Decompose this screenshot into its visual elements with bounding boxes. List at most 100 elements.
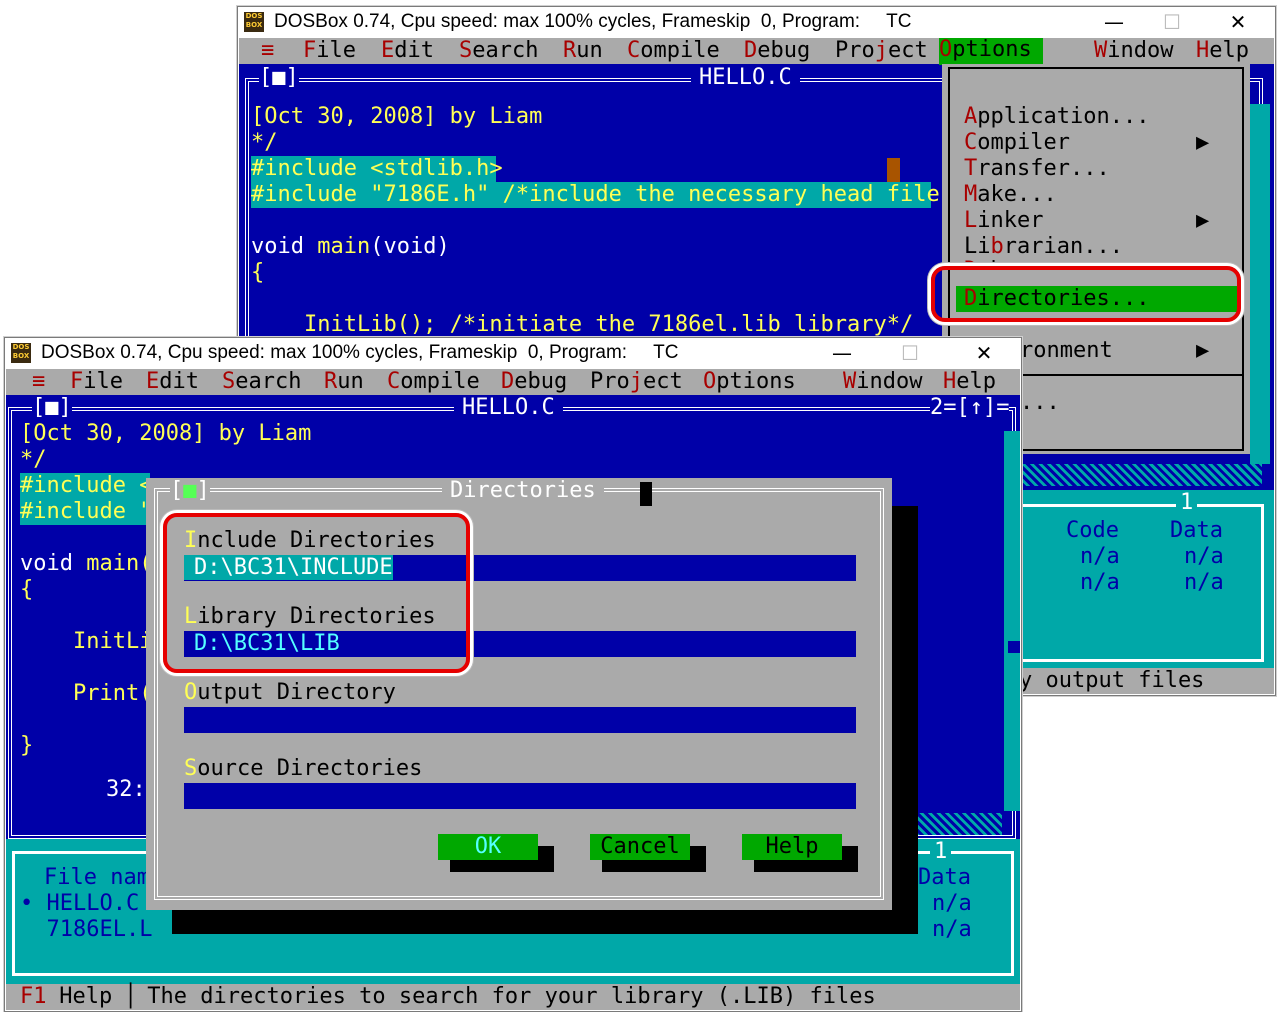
- output-label: Output Directory: [184, 680, 396, 705]
- back-code-line: InitLib(); /*initiate the 7186el.lib lib…: [251, 312, 914, 337]
- status-key-label: Help: [46, 984, 126, 1009]
- menu-window[interactable]: Window: [843, 369, 922, 395]
- system-menu[interactable]: ≡: [261, 38, 274, 64]
- menu-project[interactable]: Project: [835, 38, 928, 64]
- cancel-button[interactable]: Cancel: [590, 834, 690, 860]
- callout-include-library: [163, 513, 470, 673]
- front-vertical-scrollbar[interactable]: [1004, 431, 1020, 811]
- front-code-line: }: [20, 733, 34, 758]
- menu-debug[interactable]: Debug: [501, 369, 567, 395]
- menu-run[interactable]: Run: [324, 369, 364, 395]
- menu-edit[interactable]: Edit: [381, 38, 434, 64]
- front-code-line: #include <: [20, 473, 153, 499]
- front-panel-number: 1: [930, 839, 952, 865]
- menu-debug[interactable]: Debug: [744, 38, 810, 64]
- back-code-line: {: [251, 260, 265, 285]
- menu-item-make[interactable]: Make...: [964, 182, 1057, 208]
- data-cell: n/a: [932, 917, 972, 942]
- front-code-line: InitLi: [20, 629, 153, 654]
- ok-button[interactable]: OK: [438, 834, 538, 860]
- menu-edit[interactable]: Edit: [146, 369, 199, 395]
- minimize-button[interactable]: —: [819, 338, 865, 368]
- file-item[interactable]: 7186EL.L: [20, 917, 152, 943]
- front-code-line: */: [20, 447, 47, 472]
- dialog-title-block: [640, 482, 652, 506]
- back-status-text: y output files: [1019, 668, 1205, 693]
- file-item[interactable]: • HELLO.C: [20, 891, 139, 917]
- back-editor-title: HELLO.C: [691, 65, 800, 91]
- menu-compile[interactable]: Compile: [387, 369, 480, 395]
- menu-help[interactable]: Help: [1196, 38, 1249, 64]
- menu-item-application[interactable]: Application...: [964, 104, 1149, 130]
- col-file-name: File nam: [44, 865, 150, 890]
- menu-options[interactable]: Options: [703, 369, 796, 395]
- source-label: Source Directories: [184, 756, 423, 781]
- front-code-line: #include ": [20, 499, 153, 525]
- back-cell: n/a: [1080, 570, 1120, 595]
- dialog-title: Directories: [442, 478, 604, 504]
- callout-directories: [931, 266, 1241, 322]
- menu-project[interactable]: Project: [590, 369, 683, 395]
- front-editor-title: HELLO.C: [454, 395, 563, 421]
- front-code-line: Print(: [20, 681, 153, 706]
- dosbox-icon: DOS BOX: [11, 343, 31, 363]
- source-directories-input[interactable]: [184, 783, 856, 809]
- close-button[interactable]: ✕: [961, 338, 1007, 368]
- menu-file[interactable]: File: [303, 38, 356, 64]
- front-code-line: {: [20, 577, 34, 602]
- back-cell: n/a: [1184, 570, 1224, 595]
- back-title-bar: DOS BOX DOSBox 0.74, Cpu speed: max 100% …: [238, 7, 1275, 37]
- back-code-line: void main(void): [251, 234, 450, 259]
- help-button[interactable]: Help: [742, 834, 842, 860]
- back-cell: n/a: [1080, 544, 1120, 569]
- menu-file[interactable]: File: [70, 369, 123, 395]
- menu-item-compiler[interactable]: Compiler: [964, 130, 1070, 156]
- menu-options[interactable]: Options: [939, 38, 1043, 65]
- minimize-button[interactable]: —: [1091, 7, 1137, 37]
- back-code-line: #include <stdlib.h>: [251, 156, 503, 182]
- back-horizontal-scrollbar[interactable]: [1022, 464, 1262, 486]
- menu-item-transfer[interactable]: Transfer...: [964, 156, 1110, 182]
- back-col-code: Code: [1066, 518, 1119, 543]
- text-cursor: [887, 158, 900, 182]
- menu-search[interactable]: Search: [459, 38, 538, 64]
- data-cell: n/a: [932, 891, 972, 916]
- menu-compile[interactable]: Compile: [627, 38, 720, 64]
- output-directory-input[interactable]: [184, 707, 856, 733]
- status-key-f1[interactable]: F1: [20, 984, 47, 1010]
- menu-search[interactable]: Search: [222, 369, 301, 395]
- back-code-line: */: [251, 130, 278, 155]
- back-code-line: [Oct 30, 2008] by Liam: [251, 104, 543, 129]
- back-menu-bar: ≡ File Edit Search Run Compile Debug Pro…: [239, 38, 1274, 65]
- back-cell: n/a: [1184, 544, 1224, 569]
- back-panel-number: 1: [1176, 490, 1198, 516]
- front-editor-number: 2=[↑]=: [930, 395, 1010, 421]
- back-message-panel: 1 Code Data n/a n/a n/a n/a: [1022, 490, 1274, 682]
- dialog-close[interactable]: [■]: [170, 478, 210, 504]
- menu-run[interactable]: Run: [563, 38, 603, 64]
- submenu-arrow-icon: ▶: [1196, 338, 1210, 363]
- front-code-line: [Oct 30, 2008] by Liam: [20, 421, 312, 446]
- menu-window[interactable]: Window: [1094, 38, 1173, 64]
- back-editor-close[interactable]: [■]: [259, 65, 299, 91]
- back-code-line: #include "7186E.h" /*include the necessa…: [251, 182, 940, 208]
- menu-item-environment[interactable]: ronment: [1020, 338, 1113, 364]
- menu-item-librarian[interactable]: Librarian...: [964, 234, 1123, 260]
- back-col-data: Data: [1170, 518, 1223, 543]
- system-menu[interactable]: ≡: [32, 369, 45, 395]
- front-menu-bar: ≡ File Edit Search Run Compile Debug Pro…: [6, 369, 1020, 395]
- front-status-bar: F1 Help │ The directories to search for …: [6, 984, 1020, 1010]
- front-title-bar: DOS BOX DOSBox 0.74, Cpu speed: max 100% …: [5, 338, 1021, 368]
- maximize-button[interactable]: ☐: [1149, 7, 1195, 37]
- back-vertical-scrollbar[interactable]: [1250, 104, 1270, 464]
- close-button[interactable]: ✕: [1215, 7, 1261, 37]
- menu-help[interactable]: Help: [943, 369, 996, 395]
- status-hint: The directories to search for your libra…: [134, 984, 876, 1009]
- menu-item-linker[interactable]: Linker: [964, 208, 1043, 234]
- menu-more-dots: ...: [1020, 390, 1060, 415]
- front-window-title: DOSBox 0.74, Cpu speed: max 100% cycles,…: [41, 342, 679, 363]
- maximize-button[interactable]: ☐: [887, 338, 933, 368]
- front-editor-close[interactable]: [■]: [32, 395, 72, 421]
- back-window-title: DOSBox 0.74, Cpu speed: max 100% cycles,…: [274, 11, 912, 32]
- submenu-arrow-icon: ▶: [1196, 130, 1210, 155]
